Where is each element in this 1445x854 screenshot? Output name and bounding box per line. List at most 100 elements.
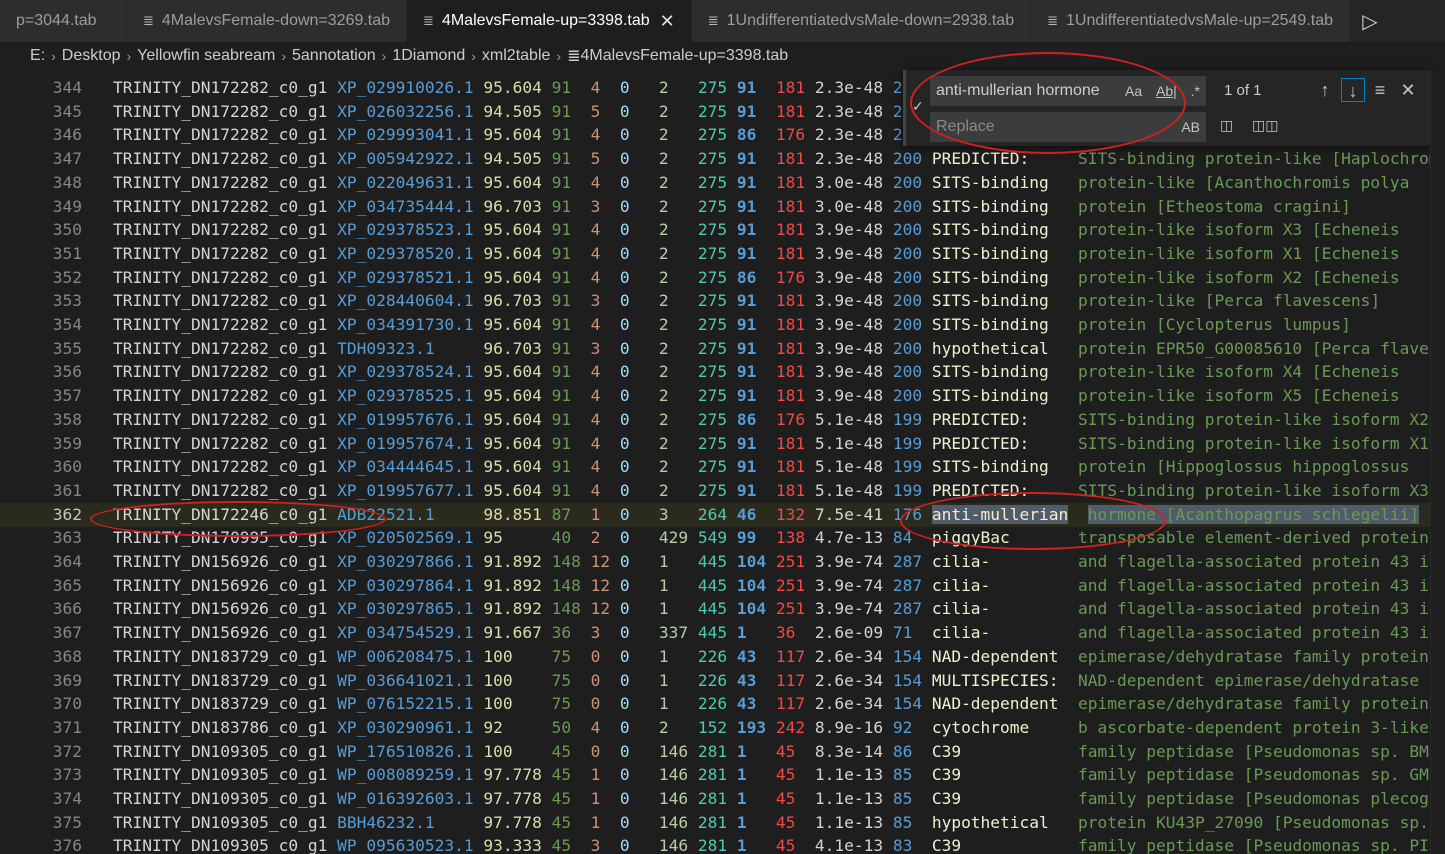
table-row[interactable]: 356 TRINITY_DN172282_c0_g1 XP_029378524.1… xyxy=(0,360,1445,384)
cell: SITS-binding xyxy=(931,291,1049,311)
line-number: 360 xyxy=(52,457,82,477)
table-row[interactable]: 374 TRINITY_DN109305_c0_g1 WP_016392603.1… xyxy=(0,787,1445,811)
table-row[interactable]: 357 TRINITY_DN172282_c0_g1 XP_029378525.1… xyxy=(0,384,1445,408)
table-row[interactable]: 359 TRINITY_DN172282_c0_g1 XP_019957674.1… xyxy=(0,432,1445,456)
match-case-icon[interactable]: Aa xyxy=(1125,83,1142,99)
tab-4[interactable]: ≣ 1UndifferentiatedvsMale-up=2549.tab xyxy=(1031,0,1350,42)
table-row[interactable]: 351 TRINITY_DN172282_c0_g1 XP_029378520.1… xyxy=(0,242,1445,266)
editor[interactable]: 344 TRINITY_DN172282_c0_g1 XP_029910026.1… xyxy=(0,70,1445,854)
table-row[interactable]: 369 TRINITY_DN183729_c0_g1 WP_036641021.1… xyxy=(0,669,1445,693)
breadcrumb-item[interactable]: Yellowfin seabream xyxy=(137,47,275,65)
line-number: 367 xyxy=(52,623,82,643)
replace-all-icon[interactable]: ◫◫ xyxy=(1252,117,1278,134)
table-row[interactable]: 353 TRINITY_DN172282_c0_g1 XP_028440604.1… xyxy=(0,289,1445,313)
find-input[interactable]: anti-mullerian hormone Aa Ab| .* xyxy=(930,76,1206,106)
cell: XP_030297865.1 xyxy=(337,599,474,619)
cell: TRINITY_DN172282_c0_g1 xyxy=(113,267,328,287)
find-in-selection-icon[interactable]: ≡ xyxy=(1368,78,1392,102)
table-row[interactable]: 360 TRINITY_DN172282_c0_g1 XP_034444645.1… xyxy=(0,455,1445,479)
breadcrumb-item[interactable]: Desktop xyxy=(62,47,121,65)
cell: 94.505 xyxy=(483,149,542,169)
table-row[interactable]: 362 TRINITY_DN172246_c0_g1 ADB22521.1 98.… xyxy=(0,502,1445,527)
cell: 0 xyxy=(619,599,630,619)
cell: 3.9e-74 xyxy=(814,552,884,571)
cell: 181 xyxy=(775,433,806,453)
cell: 0 xyxy=(590,646,601,666)
table-row[interactable]: 371 TRINITY_DN183786_c0_g1 XP_030290961.1… xyxy=(0,716,1445,740)
table-row[interactable]: 365 TRINITY_DN156926_c0_g1 XP_030297864.1… xyxy=(0,574,1445,598)
tab-2[interactable]: ≣ 4MalevsFemale-up=3398.tab ✕ xyxy=(407,0,692,42)
toggle-replace-icon[interactable]: ✓ xyxy=(912,98,924,115)
replace-input[interactable]: Replace AB xyxy=(930,112,1206,142)
cell: 445 xyxy=(697,599,728,619)
table-row[interactable]: 364 TRINITY_DN156926_c0_g1 XP_030297866.1… xyxy=(0,550,1445,574)
table-row[interactable]: 354 TRINITY_DN172282_c0_g1 XP_034391730.1… xyxy=(0,313,1445,337)
vertical-scrollbar[interactable] xyxy=(1430,70,1445,854)
breadcrumb-item[interactable]: 1Diamond xyxy=(392,47,465,65)
table-row[interactable]: 348 TRINITY_DN172282_c0_g1 XP_022049631.1… xyxy=(0,171,1445,195)
table-row[interactable]: 363 TRINITY_DN170995_c0_g1 XP_020502569.1… xyxy=(0,526,1445,550)
cell: NAD-dependent xyxy=(931,694,1059,714)
cell: 91 xyxy=(551,78,572,97)
table-row[interactable]: 355 TRINITY_DN172282_c0_g1 TDH09323.1 96.… xyxy=(0,337,1445,361)
table-row[interactable]: 375 TRINITY_DN109305_c0_g1 BBH46232.1 97.… xyxy=(0,811,1445,835)
table-row[interactable]: 370 TRINITY_DN183729_c0_g1 WP_076152215.1… xyxy=(0,692,1445,716)
preserve-case-icon[interactable]: AB xyxy=(1181,119,1200,135)
breadcrumb-item[interactable]: xml2table xyxy=(482,47,550,65)
table-row[interactable]: 372 TRINITY_DN109305_c0_g1 WP_176510826.1… xyxy=(0,740,1445,764)
replace-placeholder: Replace xyxy=(936,118,995,135)
cell: 200 xyxy=(892,291,923,311)
breadcrumb-item[interactable]: 5annotation xyxy=(292,47,376,65)
cell: 91 xyxy=(551,243,572,263)
line-text: TRINITY_DN183729_c0_g1 WP_006208475.1 10… xyxy=(113,645,1445,669)
tab-label: 4MalevsFemale-up=3398.tab xyxy=(441,12,650,29)
regex-icon[interactable]: .* xyxy=(1191,83,1200,99)
breadcrumb-item[interactable]: E: xyxy=(30,47,45,65)
cell: TRINITY_DN172282_c0_g1 xyxy=(113,338,328,358)
table-row[interactable]: 361 TRINITY_DN172282_c0_g1 XP_019957677.1… xyxy=(0,479,1445,503)
table-row[interactable]: 366 TRINITY_DN156926_c0_g1 XP_030297865.1… xyxy=(0,597,1445,621)
replace-one-icon[interactable]: ◫ xyxy=(1220,117,1233,134)
chevron-right-icon: › xyxy=(556,48,562,64)
previous-match-icon[interactable]: ↑ xyxy=(1313,78,1337,102)
whole-word-icon[interactable]: Ab| xyxy=(1156,83,1177,99)
cell: 3 xyxy=(590,338,601,358)
cell: 92 xyxy=(483,717,503,737)
cell: WP_016392603.1 xyxy=(337,789,474,808)
tabs-overflow-icon[interactable]: ▷ xyxy=(1350,0,1390,42)
cell: 200 xyxy=(892,315,923,334)
find-query[interactable]: anti-mullerian hormone xyxy=(936,82,1100,99)
cell: 100 xyxy=(483,694,513,714)
table-row[interactable]: 352 TRINITY_DN172282_c0_g1 XP_029378521.1… xyxy=(0,266,1445,290)
table-row[interactable]: 350 TRINITY_DN172282_c0_g1 XP_029378523.1… xyxy=(0,218,1445,242)
cell: 91 xyxy=(736,386,757,406)
tab-1[interactable]: ≣ 4MalevsFemale-down=3269.tab xyxy=(127,0,408,42)
table-row[interactable]: 376 TRINITY_DN109305_c0_g1 WP_095630523.1… xyxy=(0,834,1445,854)
table-row[interactable]: 368 TRINITY_DN183729_c0_g1 WP_006208475.1… xyxy=(0,645,1445,669)
cell: 0 xyxy=(619,646,630,666)
breadcrumb-item[interactable]: 4MalevsFemale-up=3398.tab xyxy=(580,47,788,65)
close-tab-icon[interactable]: ✕ xyxy=(660,11,675,32)
next-match-icon[interactable]: ↓ xyxy=(1341,78,1365,102)
table-row[interactable]: 349 TRINITY_DN172282_c0_g1 XP_034735444.1… xyxy=(0,195,1445,219)
cell: 1 xyxy=(658,599,669,619)
cell: 2 xyxy=(658,101,669,121)
table-row[interactable]: 367 TRINITY_DN156926_c0_g1 XP_034754529.1… xyxy=(0,621,1445,645)
cell: 181 xyxy=(775,78,806,97)
cell: TRINITY_DN172246_c0_g1 xyxy=(113,504,328,524)
cell: 95.604 xyxy=(483,125,542,145)
cell: and flagella-associated protein 43 isofo… xyxy=(1078,623,1445,643)
table-row[interactable]: 347 TRINITY_DN172282_c0_g1 XP_005942922.1… xyxy=(0,147,1445,171)
cell: 45 xyxy=(551,765,572,785)
cell: 181 xyxy=(775,101,806,121)
cell: 146 xyxy=(658,812,689,832)
tab-0[interactable]: p=3044.tab xyxy=(0,0,127,42)
cell: protein [Etheostoma cragini] xyxy=(1078,196,1351,216)
cell: 91 xyxy=(736,149,757,169)
cell: 148 xyxy=(551,575,581,595)
table-row[interactable]: 358 TRINITY_DN172282_c0_g1 XP_019957676.1… xyxy=(0,408,1445,432)
cell: 2 xyxy=(658,480,669,500)
tab-3[interactable]: ≣ 1UndifferentiatedvsMale-down=2938.tab xyxy=(691,0,1032,42)
table-row[interactable]: 373 TRINITY_DN109305_c0_g1 WP_008089259.1… xyxy=(0,763,1445,787)
close-find-icon[interactable]: ✕ xyxy=(1396,78,1420,102)
